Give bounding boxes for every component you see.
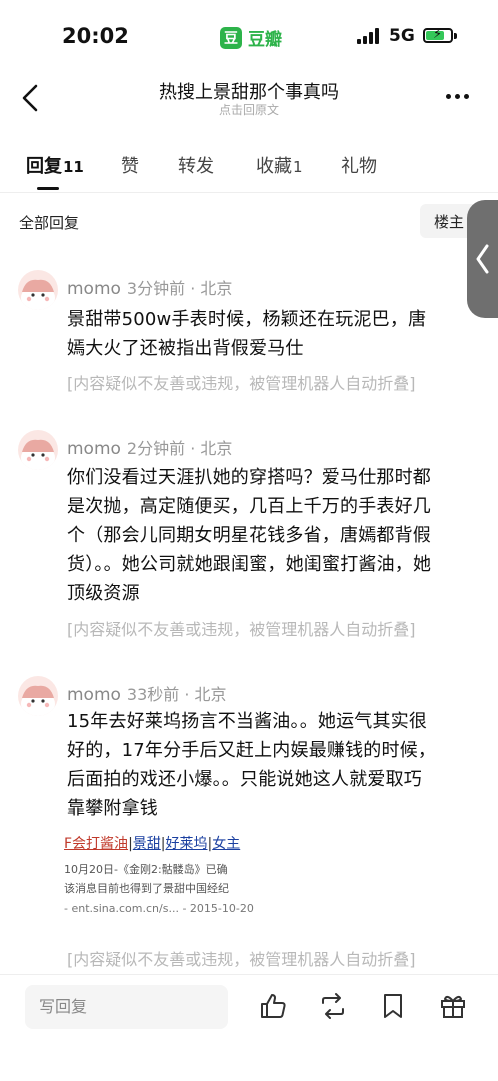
preview-tag: 好莱坞 (165, 836, 208, 852)
gift-button[interactable] (438, 991, 468, 1021)
douban-logo-icon: 豆 (220, 26, 242, 49)
app-indicator: 豆 豆瓣 (220, 25, 282, 50)
all-replies-label[interactable]: 全部回复 (19, 212, 79, 233)
preview-tag: F会打酱油 (64, 836, 129, 852)
comment-time: 33秒前 · 北京 (126, 685, 227, 704)
folded-notice: [内容疑似不友善或违规，被管理机器人自动折叠] (67, 374, 416, 393)
comment-line: 15年去好莱坞扬言不当酱油。。她运气其实很 (67, 711, 428, 732)
preview-snippet: 该消息目前也得到了景甜中国经纪 (64, 882, 229, 895)
side-drawer-handle[interactable] (467, 200, 498, 318)
comment-line: 后面拍的戏还小爆。。只能说她这人就爱取巧 (67, 769, 422, 790)
avatar-image (21, 279, 55, 310)
author-name[interactable]: momo (67, 439, 121, 459)
active-tab-indicator (37, 187, 59, 190)
preview-tag: 景甜 (132, 836, 161, 852)
chevron-left-icon (476, 244, 489, 274)
comment-meta: momo 3分钟前 · 北京 (67, 275, 232, 299)
battery-tip (454, 33, 457, 39)
bottom-action-bar: 写回复 (0, 974, 498, 1081)
status-bar: 20:02 豆 豆瓣 5G ⚡ (0, 0, 498, 70)
preview-tags: F会打酱油|景甜|好莱坞|女主 (64, 836, 241, 852)
battery-icon: ⚡ (423, 27, 453, 43)
tab-label: 转发 (178, 156, 214, 177)
more-button[interactable] (446, 86, 476, 106)
comment-line: 嫣大火了还被指出背假爱马仕 (67, 338, 304, 359)
tab-label: 回复 (26, 156, 62, 177)
author-name[interactable]: momo (67, 685, 121, 705)
like-button[interactable] (258, 991, 288, 1021)
more-icon (446, 93, 451, 99)
search-result-image[interactable]: F会打酱油|景甜|好莱坞|女主 10月20日-《金刚2:骷髅岛》已确 该消息目前… (64, 827, 254, 927)
header: 热搜上景甜那个事真吗 点击回原文 (0, 70, 498, 130)
comment-line: 个（那会儿同期女明星花钱多省，唐嫣都背假 (67, 525, 431, 546)
preview-tag: 女主 (212, 836, 241, 852)
signal-icon (357, 28, 379, 44)
avatar[interactable] (18, 270, 58, 310)
tab-count: 1 (293, 158, 303, 176)
author-name[interactable]: momo (67, 279, 121, 299)
tab-count: 11 (63, 158, 84, 176)
preview-source: - ent.sina.com.cn/s... - 2015-10-20 (64, 902, 254, 915)
comment-line: 你们没看过天涯扒她的穿搭吗？爱马仕那时都 (67, 467, 431, 488)
comment-line: 是次抛，高定随便买，几百上千万的手表好几 (67, 496, 431, 517)
avatar[interactable] (18, 676, 58, 716)
tab-collections[interactable]: 收藏1 (256, 152, 303, 178)
comment-line: 景甜带500w手表时候，杨颖还在玩泥巴，唐 (67, 309, 427, 330)
comment-meta: momo 2分钟前 · 北京 (67, 435, 232, 459)
repost-icon (322, 993, 344, 1019)
back-to-post-link[interactable]: 点击回原文 (0, 101, 498, 118)
tab-label: 赞 (121, 156, 139, 177)
comment-line: 靠攀附拿钱 (67, 798, 158, 819)
bookmark-icon (384, 994, 402, 1018)
tab-label: 礼物 (341, 156, 377, 177)
tab-likes[interactable]: 赞 (121, 152, 139, 178)
comment-text: 景甜带500w手表时候，杨颖还在玩泥巴，唐 嫣大火了还被指出背假爱马仕 (67, 305, 479, 363)
comment-meta: momo 33秒前 · 北京 (67, 681, 227, 705)
comment-time: 3分钟前 · 北京 (126, 279, 233, 298)
gift-icon (441, 995, 465, 1018)
avatar-image (21, 439, 55, 470)
tab-bar: 回复11 赞 转发 收藏1 礼物 (0, 140, 498, 193)
tab-label: 收藏 (256, 156, 292, 177)
folded-notice: [内容疑似不友善或违规，被管理机器人自动折叠] (67, 950, 416, 969)
comment-time: 2分钟前 · 北京 (126, 439, 233, 458)
status-time: 20:02 (62, 24, 129, 48)
comment-line: 好的，17年分手后又赶上内娱最赚钱的时候， (67, 740, 437, 761)
comment-text: 15年去好莱坞扬言不当酱油。。她运气其实很 好的，17年分手后又赶上内娱最赚钱的… (67, 707, 479, 823)
sort-row: 全部回复 楼主 (0, 200, 498, 244)
tab-replies[interactable]: 回复11 (26, 152, 84, 178)
reply-input[interactable]: 写回复 (25, 985, 228, 1029)
comment-text: 你们没看过天涯扒她的穿搭吗？爱马仕那时都 是次抛，高定随便买，几百上千万的手表好… (67, 463, 479, 608)
avatar[interactable] (18, 430, 58, 470)
thumbs-up-icon (261, 994, 286, 1018)
network-type: 5G (389, 26, 415, 46)
folded-notice: [内容疑似不友善或违规，被管理机器人自动折叠] (67, 620, 416, 639)
tab-reposts[interactable]: 转发 (178, 152, 214, 178)
preview-snippet: 10月20日-《金刚2:骷髅岛》已确 (64, 863, 228, 876)
bookmark-button[interactable] (378, 991, 408, 1021)
repost-button[interactable] (318, 991, 348, 1021)
avatar-image (21, 685, 55, 716)
app-name: 豆瓣 (248, 30, 282, 50)
tab-gifts[interactable]: 礼物 (341, 152, 377, 178)
comment-line: 货）。。她公司就她跟闺蜜，她闺蜜打酱油，她 (67, 554, 432, 575)
comment-line: 顶级资源 (67, 583, 140, 604)
